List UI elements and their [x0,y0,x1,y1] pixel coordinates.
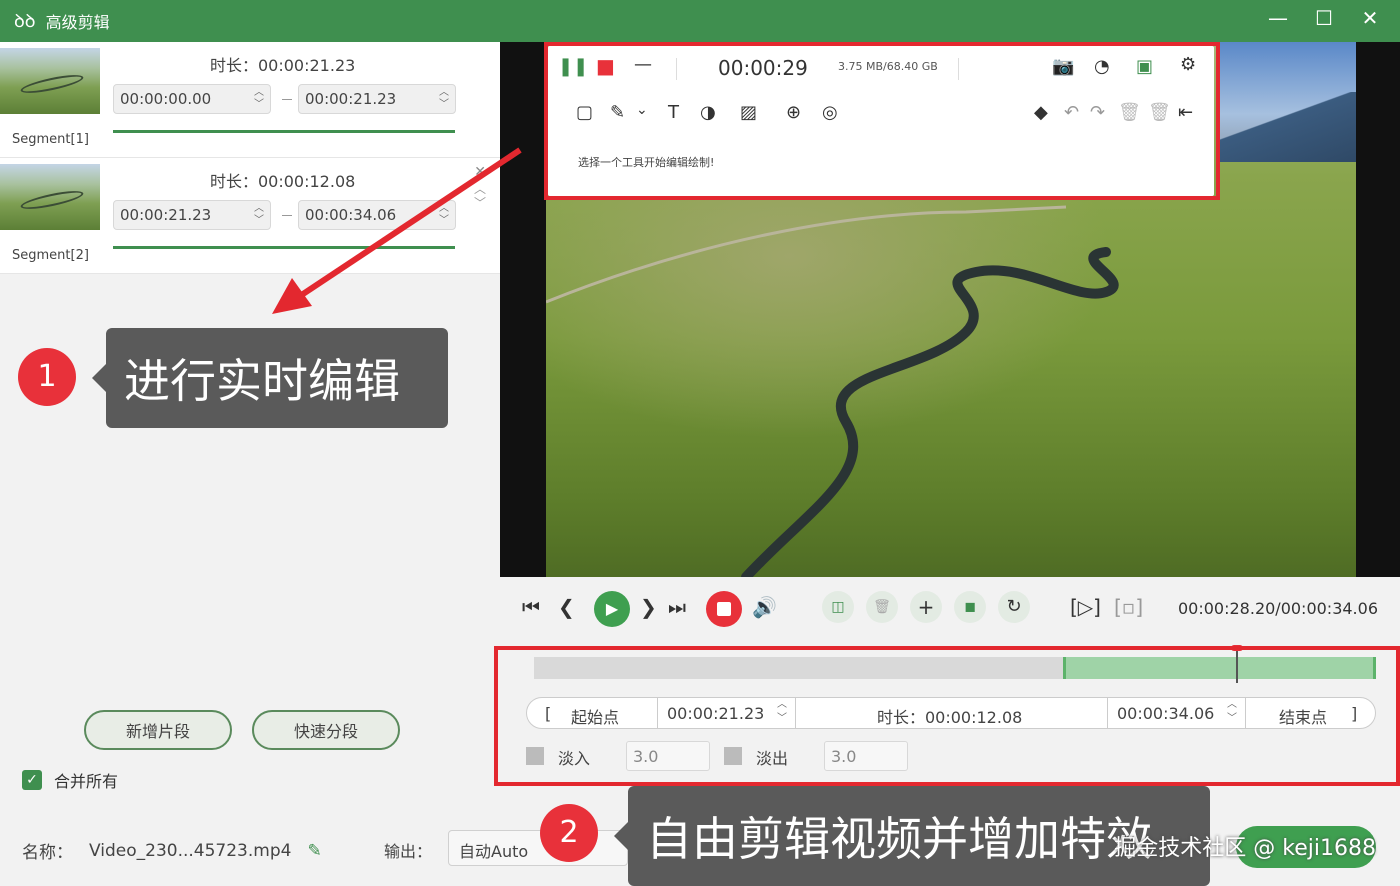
title-bar: ꝺꝺ 高级剪辑 — ☐ ✕ [0,0,1400,42]
app-logo-icon: ꝺꝺ [14,11,36,32]
step-badge-1: 1 [18,348,76,406]
segment-item[interactable]: Segment[1] 时长：00:00:21.23 00:00:00.00 ︿ ﹀… [0,42,500,158]
volume-icon[interactable]: 🔊 [752,595,777,619]
file-name-row: 名称： Video_230...45723.mp4 ✎ [22,838,322,864]
skip-to-end-icon[interactable]: ⏭ [668,595,686,619]
output-select[interactable]: 自动Auto [448,830,628,866]
name-label: 名称： [22,843,73,863]
segment-item[interactable]: Segment[2] 时长：00:00:12.08 00:00:21.23 ︿ ﹀… [0,158,500,274]
edit-pencil-icon[interactable]: ✎ [307,841,321,861]
loop-selection-icon[interactable]: [▫] [1114,595,1143,619]
annotation-frame-toolbar [544,42,1220,200]
watermark-text: 掘金技术社区 @ keji1688 [1114,836,1376,861]
segment-start-input[interactable]: 00:00:21.23 ︿ ﹀ [113,200,271,230]
add-icon[interactable]: + [910,591,942,623]
step-badge-2: 2 [540,804,598,862]
remove-segment-icon[interactable]: ✕ [474,164,486,180]
stepper-icon[interactable]: ︿ ﹀ [254,87,264,111]
segment-end-input[interactable]: 00:00:21.23 ︿ ﹀ [298,84,456,114]
window-controls: — ☐ ✕ [1268,6,1380,30]
play-selection-icon[interactable]: [▷] [1070,595,1101,619]
file-name-value: Video_230...45723.mp4 [89,840,292,861]
trash-icon[interactable]: 🗑 [866,591,898,623]
segment-thumbnail [0,48,100,114]
annotation-frame-timeline [494,646,1400,786]
minimize-button[interactable]: — [1268,6,1288,30]
player-controls: ⏮ ❮ ▶ ❯ ⏭ 🔊 ◫ 🗑 + ◼ ↻ [▷] [▫] 00:00:28.2… [500,577,1400,641]
range-separator [282,99,292,100]
stop-button[interactable] [706,591,742,627]
range-separator [282,215,292,216]
split-icon[interactable]: ◫ [822,591,854,623]
merge-all-option[interactable]: ✓ 合并所有 [22,768,118,792]
segment-duration: 时长：00:00:21.23 [210,56,356,75]
close-button[interactable]: ✕ [1360,6,1380,30]
next-frame-icon[interactable]: ❯ [640,595,657,619]
maximize-button[interactable]: ☐ [1314,6,1334,30]
segment-label: Segment[1] [12,132,89,147]
quick-split-button[interactable]: 快速分段 [252,710,400,750]
window-title: 高级剪辑 [45,13,110,32]
segment-end-input[interactable]: 00:00:34.06 ︿ ﹀ [298,200,456,230]
stepper-icon[interactable]: ︿ ﹀ [439,203,449,227]
play-button[interactable]: ▶ [594,591,630,627]
segment-label: Segment[2] [12,248,89,263]
copy-icon[interactable]: ◼ [954,591,986,623]
segment-start-input[interactable]: 00:00:00.00 ︿ ﹀ [113,84,271,114]
segment-duration: 时长：00:00:12.08 [210,172,356,191]
add-segment-button[interactable]: 新增片段 [84,710,232,750]
stepper-icon[interactable]: ︿ ﹀ [439,87,449,111]
merge-all-checkbox[interactable]: ✓ [22,770,42,790]
reset-icon[interactable]: ↻ [998,591,1030,623]
segment-thumbnail [0,164,100,230]
skip-to-start-icon[interactable]: ⏮ [522,595,540,619]
output-label: 输出： [384,842,433,861]
segment-panel: Segment[1] 时长：00:00:21.23 00:00:00.00 ︿ ﹀… [0,42,500,886]
stepper-icon[interactable]: ︿ ﹀ [254,203,264,227]
reorder-arrows-icon[interactable]: ︿ ﹀ [474,182,486,210]
merge-all-label: 合并所有 [54,772,119,791]
callout-realtime-edit: 进行实时编辑 [92,328,448,428]
segment-progress-line [113,246,455,249]
segment-progress-line [113,130,455,133]
playback-time-readout: 00:00:28.20/00:00:34.06 [1178,599,1378,618]
previous-frame-icon[interactable]: ❮ [558,595,575,619]
